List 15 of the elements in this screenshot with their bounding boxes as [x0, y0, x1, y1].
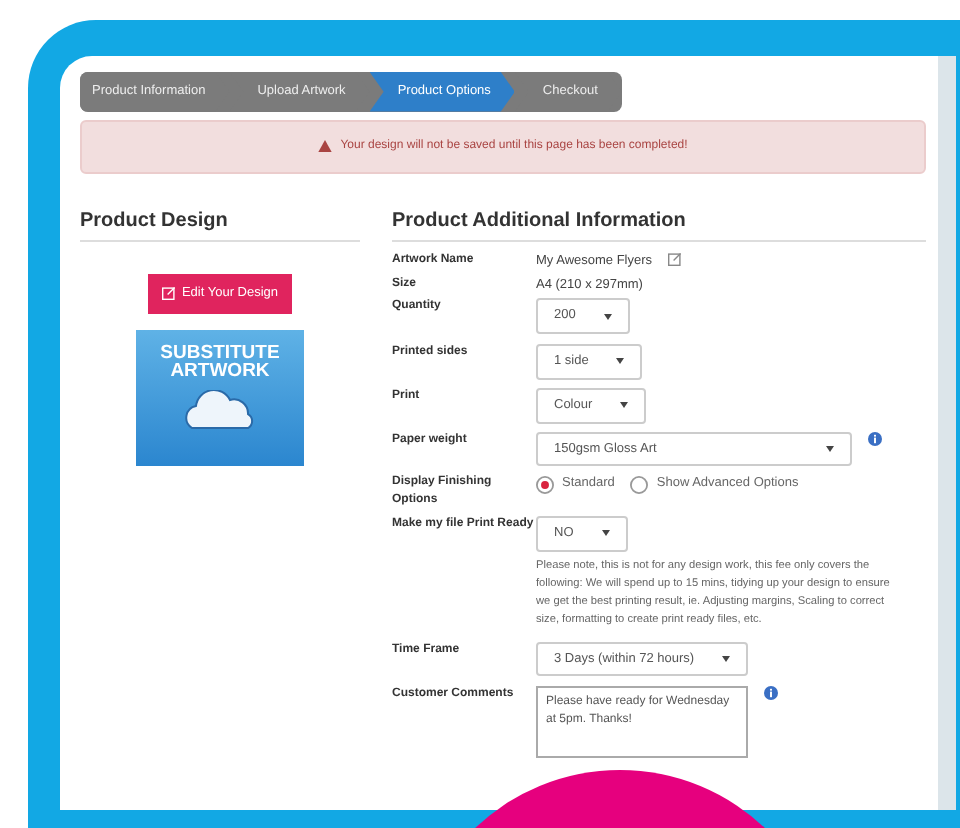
caret-icon [616, 358, 625, 365]
warning-icon [318, 140, 333, 153]
caret-icon [620, 402, 629, 409]
info-icon[interactable] [868, 431, 882, 445]
radio-button[interactable] [536, 475, 554, 494]
section-title: Product Design [80, 205, 360, 242]
edit-icon[interactable] [668, 251, 683, 266]
info-icon[interactable] [764, 686, 778, 701]
radio-button[interactable] [630, 475, 649, 494]
caret-icon [601, 530, 610, 537]
caret-icon [722, 655, 731, 662]
caret-icon [826, 445, 834, 452]
section-title: Product Additional Information [392, 205, 926, 242]
caret-icon [603, 313, 612, 320]
edit-icon [161, 285, 176, 300]
